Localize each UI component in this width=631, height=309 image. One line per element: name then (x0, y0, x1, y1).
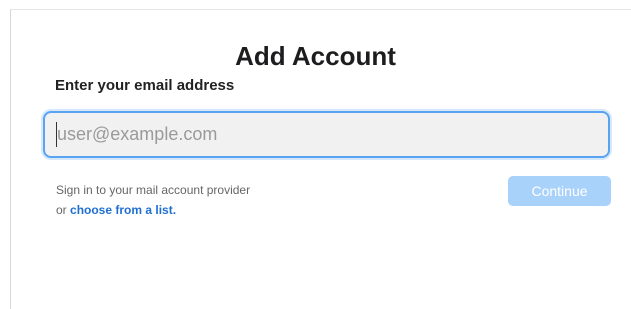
text-caret (56, 122, 57, 147)
email-input[interactable] (43, 111, 610, 158)
help-text: Sign in to your mail account provider (56, 183, 251, 197)
continue-button[interactable]: Continue (508, 176, 611, 206)
page-title: Add Account (235, 41, 396, 71)
help-text-prefix: or (56, 203, 71, 217)
email-label: Enter your email address (55, 77, 235, 94)
choose-from-list-link[interactable]: choose from a list. (70, 203, 176, 217)
help-text-choose: or choose from a list. (56, 203, 176, 217)
